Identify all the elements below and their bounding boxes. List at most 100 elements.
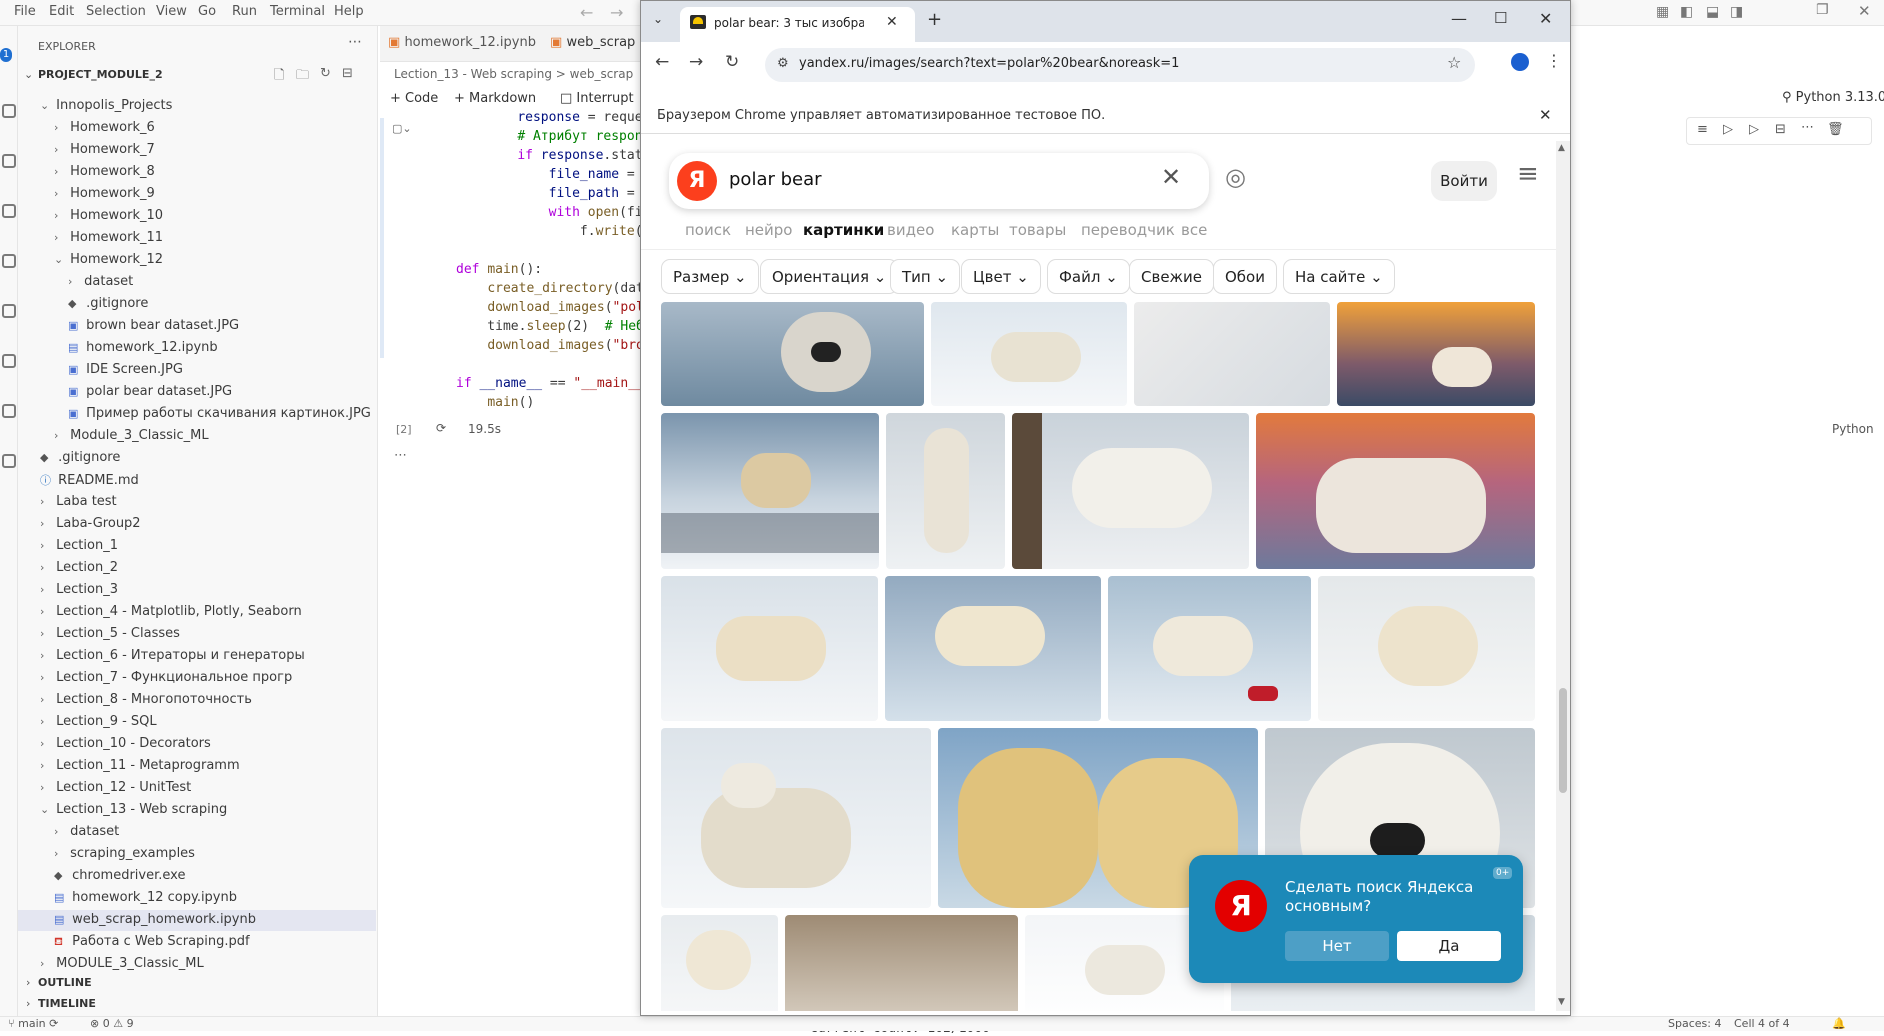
camera-search-icon[interactable]: ◎ — [1225, 163, 1246, 191]
menu-edit[interactable]: Edit — [49, 4, 74, 19]
filter-file[interactable]: Файл ⌄ — [1047, 259, 1130, 294]
tree-item[interactable]: ◆ .gitignore — [40, 450, 120, 465]
more-icon[interactable]: ⋯ — [1801, 120, 1814, 135]
tree-item[interactable]: ⌄ Innopolis_Projects — [40, 98, 172, 113]
nav-images[interactable]: картинки — [803, 221, 884, 239]
image-result[interactable] — [931, 302, 1127, 406]
jupyter-icon[interactable] — [2, 454, 16, 468]
tree-item[interactable]: › Laba test — [40, 494, 117, 509]
clear-search-icon[interactable]: ✕ — [1161, 163, 1181, 191]
cell-menu-icon[interactable]: ▢⌄ — [392, 122, 412, 135]
hamburger-menu-icon[interactable]: ≡ — [1517, 159, 1539, 189]
nav-products[interactable]: товары — [1009, 221, 1066, 239]
image-result[interactable] — [1012, 413, 1249, 569]
filter-fresh[interactable]: Свежие — [1129, 259, 1215, 294]
remote-icon[interactable] — [2, 354, 16, 368]
branch-indicator[interactable]: ⑂ main ⟳ — [8, 1017, 58, 1030]
tree-item[interactable]: › Lection_9 - SQL — [40, 714, 157, 729]
url-text[interactable]: yandex.ru/images/search?text=polar%20bea… — [799, 56, 1179, 71]
image-result[interactable] — [886, 413, 1005, 569]
problems-indicator[interactable]: ⊗ 0 ⚠ 9 — [90, 1017, 134, 1030]
image-result[interactable] — [885, 576, 1101, 721]
indentation-indicator[interactable]: Spaces: 4 — [1668, 1017, 1721, 1030]
image-result[interactable] — [1337, 302, 1535, 406]
scrollbar-thumb[interactable] — [1559, 688, 1567, 793]
tree-item[interactable]: › Homework_8 — [54, 164, 155, 179]
toggle-secondary-sidebar-icon[interactable]: ◨ — [1730, 4, 1743, 20]
add-markdown-cell-button[interactable]: + Markdown — [454, 91, 536, 106]
address-bar[interactable]: ⚙ yandex.ru/images/search?text=polar%20b… — [765, 48, 1475, 82]
tree-item[interactable]: ▣ IDE Screen.JPG — [68, 362, 183, 377]
tree-item[interactable]: › scraping_examples — [54, 846, 195, 861]
kernel-picker[interactable]: ⚲ Python 3.13.0 — [1782, 90, 1884, 105]
tree-item[interactable]: › Module_3_Classic_ML — [54, 428, 209, 443]
scroll-up-icon[interactable]: ▲ — [1558, 143, 1565, 153]
tree-item[interactable]: › Lection_5 - Classes — [40, 626, 180, 641]
extensions-icon[interactable] — [2, 254, 16, 268]
outline-section[interactable]: OUTLINE — [38, 976, 92, 989]
image-result[interactable] — [661, 915, 778, 1011]
tree-item[interactable]: ◆ .gitignore — [68, 296, 148, 311]
tree-item[interactable]: › dataset — [68, 274, 133, 289]
popup-yes-button[interactable]: Да — [1397, 931, 1501, 961]
add-code-cell-button[interactable]: + Code — [390, 91, 438, 106]
bookmark-star-icon[interactable]: ☆ — [1447, 53, 1461, 72]
new-tab-icon[interactable]: + — [927, 9, 942, 30]
execute-below-icon[interactable]: ▷ — [1749, 122, 1759, 137]
popup-no-button[interactable]: Нет — [1285, 931, 1389, 961]
forward-icon[interactable]: → — [689, 52, 703, 72]
nav-neuro[interactable]: нейро — [745, 221, 792, 239]
execute-above-icon[interactable]: ▷ — [1723, 122, 1733, 137]
tree-item[interactable]: ▤ homework_12.ipynb — [68, 340, 218, 355]
image-result[interactable] — [1256, 413, 1535, 569]
tree-item[interactable]: › Homework_10 — [54, 208, 163, 223]
restore-icon[interactable]: ❐ — [1816, 2, 1829, 18]
scroll-down-icon[interactable]: ▼ — [1558, 997, 1565, 1007]
menu-file[interactable]: File — [14, 4, 36, 19]
tree-item[interactable]: › Lection_8 - Многопоточность — [40, 692, 252, 707]
tree-item[interactable]: › dataset — [54, 824, 119, 839]
run-debug-icon[interactable] — [2, 204, 16, 218]
tree-item[interactable]: ⌄ Homework_12 — [54, 252, 163, 267]
tree-item[interactable]: ▤ homework_12 copy.ipynb — [54, 890, 237, 905]
image-result[interactable] — [661, 728, 931, 908]
tree-item[interactable]: › Lection_10 - Decorators — [40, 736, 211, 751]
tab-search-icon[interactable]: ⌄ — [653, 12, 663, 26]
cell-indicator[interactable]: Cell 4 of 4 — [1734, 1017, 1790, 1030]
accounts-icon[interactable] — [2, 404, 16, 418]
filter-color[interactable]: Цвет ⌄ — [961, 259, 1041, 294]
image-result[interactable] — [1134, 302, 1330, 406]
image-result[interactable] — [1108, 576, 1311, 721]
close-window-icon[interactable]: ✕ — [1539, 9, 1552, 28]
page-scrollbar[interactable]: ▲ ▼ — [1556, 141, 1570, 1011]
back-arrow-icon[interactable]: ← — [580, 3, 593, 22]
tree-item[interactable]: ⌄ Lection_13 - Web scraping — [40, 802, 227, 817]
filter-size[interactable]: Размер ⌄ — [661, 259, 759, 294]
more-actions-icon[interactable]: ⋯ — [348, 34, 362, 50]
profile-avatar[interactable] — [1511, 53, 1529, 71]
breadcrumb[interactable]: Lection_13 - Web scraping > web_scrap — [394, 67, 633, 81]
image-result[interactable] — [661, 302, 924, 406]
tree-item[interactable]: › Homework_7 — [54, 142, 155, 157]
chevron-down-icon[interactable]: ⌄ — [24, 68, 33, 81]
chevron-right-icon[interactable]: › — [26, 997, 30, 1010]
browser-tab[interactable]: polar bear: 3 тыс изображений ✕ — [680, 7, 915, 42]
output-actions-icon[interactable]: ⋯ — [394, 448, 407, 463]
tree-item[interactable]: ⛾ Работа с Web Scraping.pdf — [54, 934, 250, 950]
image-result[interactable] — [785, 915, 1018, 1011]
login-button[interactable]: Войти — [1431, 161, 1497, 201]
tree-item[interactable]: › Laba-Group2 — [40, 516, 141, 531]
new-file-icon[interactable]: 🗋 — [274, 66, 284, 88]
tree-item[interactable]: ◆ chromedriver.exe — [54, 868, 185, 883]
image-result[interactable] — [1318, 576, 1535, 721]
refresh-icon[interactable]: ↻ — [320, 66, 331, 81]
tree-item[interactable]: › Lection_7 - Функциональное прогр — [40, 670, 292, 685]
tree-item[interactable]: › MODULE_3_Classic_ML — [40, 956, 204, 971]
timeline-section[interactable]: TIMELINE — [38, 997, 96, 1010]
reload-icon[interactable]: ↻ — [725, 52, 739, 72]
tree-item[interactable]: › Lection_12 - UnitTest — [40, 780, 191, 795]
tree-item[interactable]: › Lection_4 - Matplotlib, Plotly, Seabor… — [40, 604, 302, 619]
toggle-sidebar-icon[interactable]: ◧ — [1680, 4, 1693, 20]
chevron-right-icon[interactable]: › — [26, 976, 30, 989]
new-folder-icon[interactable]: 🗀 — [296, 66, 309, 88]
